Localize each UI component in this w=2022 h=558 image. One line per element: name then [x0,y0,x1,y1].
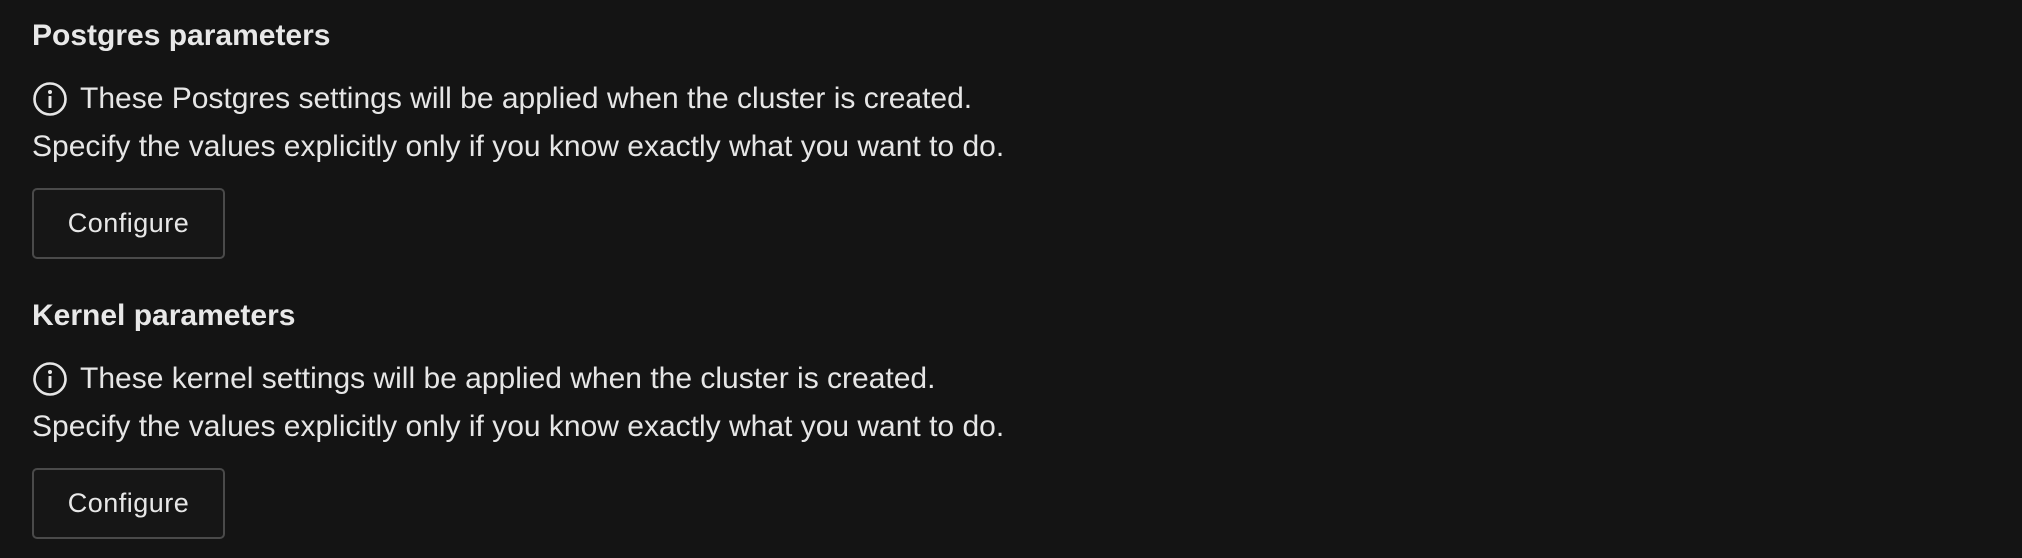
postgres-parameters-title: Postgres parameters [32,19,331,52]
kernel-configure-button[interactable]: Configure [32,468,225,539]
info-circle-icon [32,81,68,117]
postgres-info-text: These Postgres settings will be applied … [80,82,973,115]
postgres-info-row: These Postgres settings will be applied … [32,79,972,119]
kernel-sub-text: Specify the values explicitly only if yo… [32,410,1005,443]
kernel-parameters-title: Kernel parameters [32,299,296,332]
kernel-info-row: These kernel settings will be applied wh… [32,359,935,399]
info-circle-icon [32,361,68,397]
postgres-configure-button[interactable]: Configure [32,188,225,259]
postgres-sub-text: Specify the values explicitly only if yo… [32,130,1005,163]
kernel-info-text: These kernel settings will be applied wh… [80,362,936,395]
